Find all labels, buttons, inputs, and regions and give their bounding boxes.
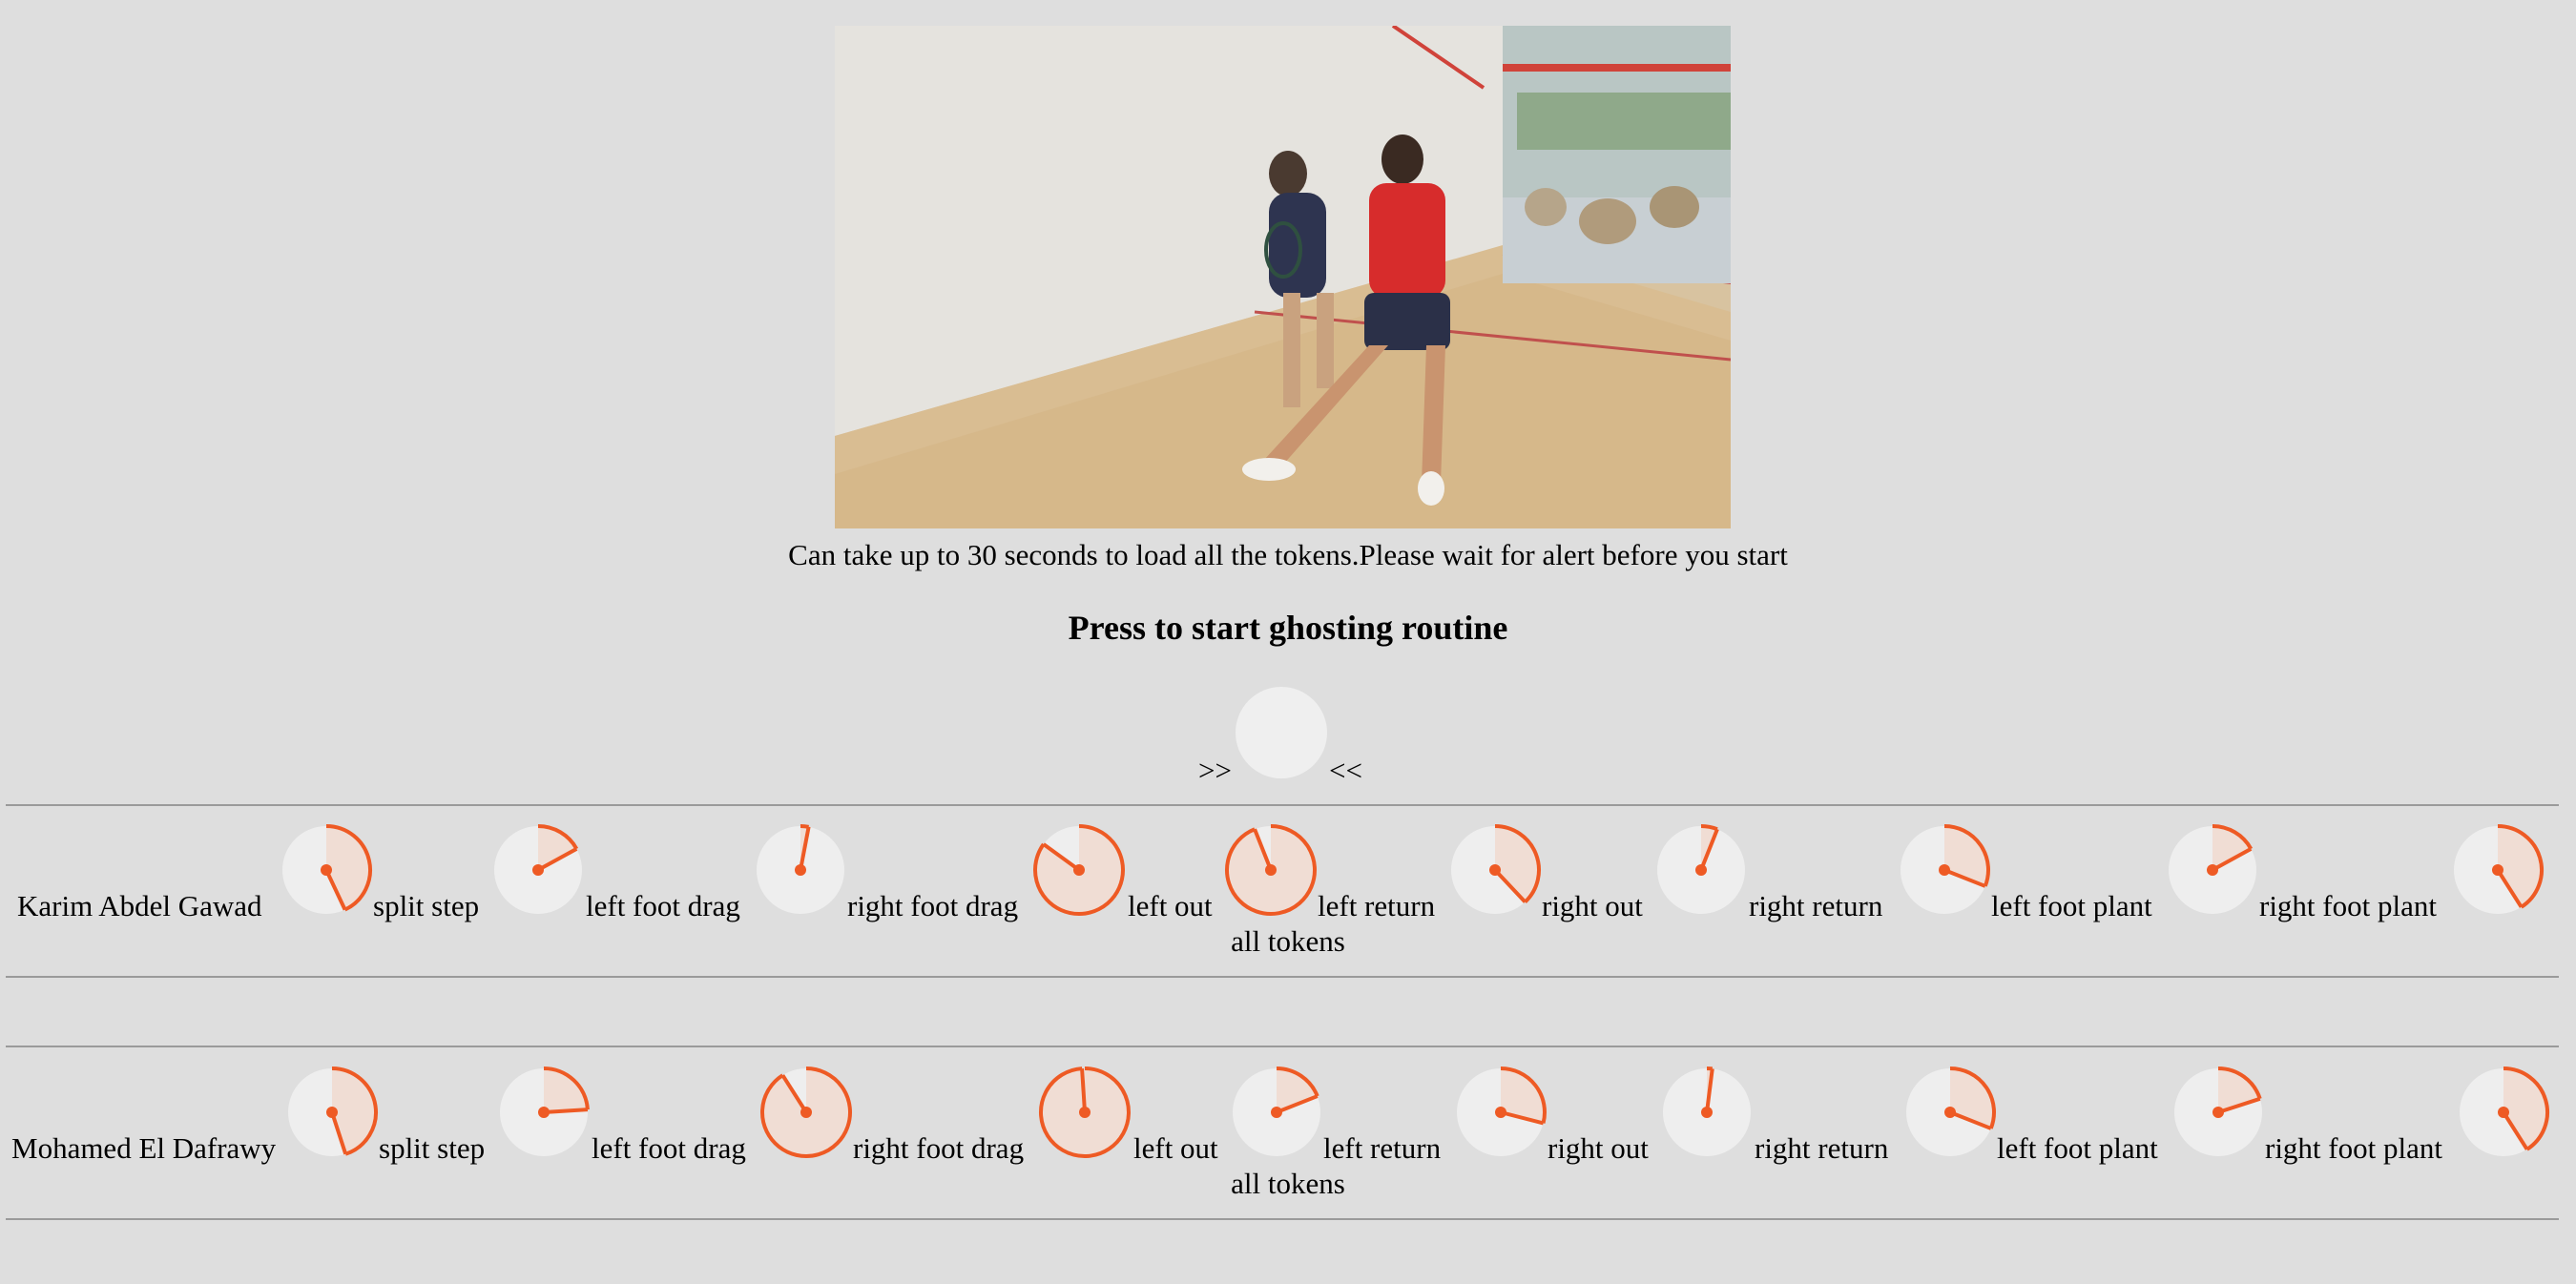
player-name: Mohamed El Dafrawy: [11, 1131, 277, 1165]
token-label: right foot drag: [847, 889, 1019, 922]
token-dial-right-out[interactable]: [1449, 824, 1541, 916]
dial-center-dot: [2498, 1107, 2509, 1118]
all-tokens-label: all tokens: [1231, 924, 1345, 958]
dial-graphic: [494, 824, 582, 914]
divider: [6, 976, 2559, 978]
dial-graphic: [1225, 824, 1317, 916]
dial-graphic: [1657, 824, 1745, 914]
token-dial-left-foot-plant[interactable]: [1899, 824, 1990, 916]
ghosting-page: Can take up to 30 seconds to load all th…: [0, 0, 2576, 1284]
token-label: left foot plant: [1991, 889, 2152, 922]
dial-center-dot: [1079, 1107, 1091, 1118]
dial-center-dot: [2212, 1107, 2224, 1118]
token-dial-left-foot-drag[interactable]: [492, 824, 584, 916]
token-label: left return: [1318, 889, 1436, 922]
dial-graphic: [757, 823, 844, 914]
divider: [6, 804, 2559, 806]
token-label: right foot drag: [853, 1131, 1025, 1165]
token-dial-all-tokens[interactable]: [2452, 824, 2544, 916]
forward-arrow[interactable]: >>: [1198, 750, 1232, 792]
dial-graphic: [2460, 1067, 2549, 1156]
all-tokens-label: all tokens: [1231, 1167, 1345, 1200]
dial-graphic: [1039, 1067, 1131, 1158]
token-label: right out: [1548, 1131, 1649, 1165]
divider: [6, 1046, 2559, 1047]
token-label: left return: [1323, 1131, 1442, 1165]
token-dial-all-tokens[interactable]: [2458, 1067, 2549, 1158]
dial-graphic: [1901, 824, 1990, 914]
token-dial-left-return[interactable]: [1231, 1067, 1322, 1158]
token-dial-right-foot-drag[interactable]: [755, 823, 846, 916]
dial-graphic: [1451, 824, 1541, 914]
token-dial-right-return[interactable]: [1655, 824, 1747, 916]
squash-court-image: [835, 26, 1731, 528]
token-dial-right-out[interactable]: [1455, 1067, 1547, 1158]
dial-center-dot: [1701, 1107, 1713, 1118]
dial-center-dot: [795, 864, 806, 876]
token-label: right out: [1542, 889, 1643, 922]
token-label: right return: [1755, 1131, 1889, 1165]
token-label: right foot plant: [2265, 1131, 2442, 1165]
dial-graphic: [1033, 824, 1125, 916]
back-arrow[interactable]: <<: [1329, 750, 1362, 792]
token-dial-left-out[interactable]: [1033, 824, 1125, 916]
divider: [6, 1218, 2559, 1220]
dial-center-dot: [1265, 864, 1277, 876]
dial-graphic: [2169, 824, 2256, 914]
token-label: split step: [379, 1131, 486, 1165]
token-label: left foot drag: [592, 1131, 746, 1165]
start-button[interactable]: [1236, 687, 1327, 778]
dial-graphic: [288, 1067, 378, 1156]
token-dial-right-return[interactable]: [1661, 1066, 1753, 1158]
token-dial-split-step[interactable]: [286, 1067, 378, 1158]
token-dial-right-foot-plant[interactable]: [2172, 1067, 2264, 1158]
dial-graphic: [500, 1067, 590, 1156]
dial-center-dot: [532, 864, 544, 876]
dial-center-dot: [1271, 1107, 1282, 1118]
token-dial-left-out[interactable]: [1039, 1067, 1131, 1158]
dial-center-dot: [326, 1107, 338, 1118]
token-label: split step: [373, 889, 480, 922]
token-label: right foot plant: [2259, 889, 2437, 922]
token-dial-left-foot-plant[interactable]: [1904, 1067, 1996, 1158]
dial-center-dot: [1939, 864, 1950, 876]
squash-video[interactable]: [835, 26, 1731, 528]
loading-note: Can take up to 30 seconds to load all th…: [788, 538, 1788, 571]
token-dial-right-foot-drag[interactable]: [760, 1067, 852, 1158]
dial-graphic: [1906, 1067, 1996, 1156]
token-dial-right-foot-plant[interactable]: [2167, 824, 2258, 916]
token-label: left out: [1133, 1131, 1218, 1165]
token-dial-split-step[interactable]: [280, 824, 372, 916]
dial-graphic: [282, 824, 372, 914]
dial-center-dot: [2492, 864, 2503, 876]
dial-center-dot: [800, 1107, 812, 1118]
token-label: left foot plant: [1997, 1131, 2158, 1165]
dial-graphic: [760, 1067, 852, 1158]
dial-center-dot: [321, 864, 332, 876]
dial-center-dot: [2207, 864, 2218, 876]
dial-center-dot: [538, 1107, 550, 1118]
dial-center-dot: [1944, 1107, 1956, 1118]
player-name: Karim Abdel Gawad: [17, 889, 262, 922]
dial-graphic: [2454, 824, 2544, 914]
dial-graphic: [1233, 1067, 1320, 1156]
dial-center-dot: [1495, 1107, 1506, 1118]
dial-graphic: [1663, 1066, 1751, 1156]
dial-center-dot: [1695, 864, 1707, 876]
token-label: left out: [1128, 889, 1213, 922]
dial-graphic: [1457, 1067, 1547, 1156]
player-row: Mohamed El Dafrawy split step left foot …: [0, 1063, 2576, 1200]
token-label: left foot drag: [586, 889, 740, 922]
token-dial-left-foot-drag[interactable]: [498, 1067, 590, 1158]
player-row: Karim Abdel Gawad split step left foot d…: [0, 820, 2576, 958]
token-dial-left-return[interactable]: [1225, 824, 1317, 916]
dial-center-dot: [1489, 864, 1501, 876]
start-heading: Press to start ghosting routine: [1068, 609, 1508, 647]
dial-center-dot: [1073, 864, 1085, 876]
token-label: right return: [1749, 889, 1883, 922]
dial-graphic: [2174, 1067, 2262, 1156]
